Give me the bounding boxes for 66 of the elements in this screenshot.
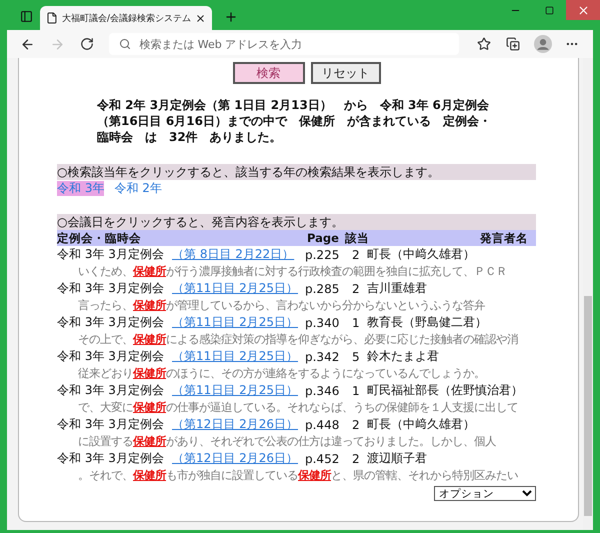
speaker-cell-text: 渡辺順子君 — [367, 450, 428, 467]
excerpt-text: その上で、保健所による感染症対策の指導を仰ぎながら、必要に応じた接触者の確認や消 — [77, 331, 519, 348]
date-link[interactable]: （第11日目 2月25日） — [172, 349, 298, 363]
date-link[interactable]: （第12日目 2月26日） — [172, 417, 298, 431]
excerpt-text: 従来どおり保健所のほうに、その方が連絡をするようになっているんでしょうか。 — [77, 365, 486, 382]
excerpt-text: 。それで、保健所も市が独自に設置している保健所と、県の管轄、それから特別区みたい — [77, 467, 519, 484]
page-icon — [46, 12, 58, 24]
date-link[interactable]: （第11日目 2月25日） — [172, 315, 298, 329]
hits-cell-text: 2 — [352, 418, 361, 432]
refresh-icon[interactable] — [80, 37, 94, 51]
search-button[interactable]: 検索 — [232, 62, 304, 84]
instruction-text: ○検索該当年をクリックすると、該当する年の検索結果を表示します。 — [57, 164, 536, 180]
maximize-icon[interactable] — [544, 6, 554, 14]
hits-cell-text: 1 — [352, 316, 361, 330]
search-icon — [119, 38, 132, 50]
hits-cell-text: 2 — [352, 282, 361, 296]
speaker-cell-text: 吉川重雄君 — [367, 280, 428, 297]
hits-cell-text: 1 — [352, 384, 361, 398]
instruction-text: ○会議日をクリックすると、発言内容を表示します。 — [57, 214, 536, 230]
page-cell-text: p.340 — [305, 316, 340, 330]
date-link[interactable]: （第 8日目 2月22日） — [172, 247, 294, 261]
address-field[interactable]: 検索または Web アドレスを入力 — [109, 33, 460, 55]
back-icon[interactable] — [20, 36, 36, 52]
session-cell-text: 令和 3年 3月定例会 — [57, 314, 165, 331]
excerpt-text: で、大変に保健所の仕事が逼迫している。それならば、うちの保健師を１人支援に出して — [77, 399, 519, 416]
favorites-icon[interactable] — [476, 37, 491, 51]
tabs-icon[interactable] — [20, 10, 33, 23]
page-cell-text: p.448 — [305, 418, 340, 432]
browser-tab[interactable]: 大福町議会/会議録検索システム — [40, 6, 212, 30]
hits-cell-text: 5 — [352, 350, 361, 364]
profile-icon[interactable] — [534, 35, 552, 53]
excerpt-text: に設置する保健所があり、それぞれで公表の仕方は違っておりました。しかし、個人 — [77, 433, 497, 450]
close-button[interactable] — [566, 0, 600, 20]
new-tab-icon[interactable] — [224, 10, 238, 24]
result-summary: 令和 2年 3月定例会（第 1日目 2月13日） から 令和 3年 6月定例会（第16日目 6月16日）までの中で 保健所 が含まれている 定例会・臨時会 は 32件 ありました。 — [97, 97, 492, 145]
speaker-cell-text: 教育長（野島健二君） — [367, 314, 488, 331]
page-cell-text: p.342 — [305, 350, 340, 364]
session-cell-text: 令和 3年 3月定例会 — [57, 246, 165, 263]
column-header: 定例会・臨時会 Page 該当 発言者名 — [57, 230, 536, 246]
date-link[interactable]: （第11日目 2月25日） — [172, 383, 298, 397]
speaker-cell-text: 町長（中﨑久雄君） — [367, 246, 476, 263]
collections-icon[interactable] — [506, 37, 520, 51]
page-cell-text: p.225 — [305, 248, 340, 262]
date-link[interactable]: （第11日目 2月25日） — [172, 281, 298, 295]
page-cell-text: p.346 — [305, 384, 340, 398]
page-cell-text: p.285 — [305, 282, 340, 296]
session-cell-text: 令和 3年 3月定例会 — [57, 416, 165, 433]
year-link[interactable]: 令和 3年 — [57, 180, 104, 196]
hits-cell-text: 2 — [352, 452, 361, 466]
page-cell-text: p.452 — [305, 452, 340, 466]
session-cell-text: 令和 3年 3月定例会 — [57, 280, 165, 297]
options-dropdown[interactable]: オプション — [434, 486, 536, 501]
session-cell-text: 令和 3年 3月定例会 — [57, 348, 165, 365]
date-link[interactable]: （第12日目 2月26日） — [172, 451, 298, 465]
excerpt-text: 言ったら、保健所が管理しているから、言わないから分からないというふうな答弁 — [77, 297, 486, 314]
excerpt-text: いくため、保健所が行う濃厚接触者に対する行政検査の範囲を独自に拡充して、ＰＣＲ — [77, 263, 508, 280]
session-cell-text: 令和 3年 3月定例会 — [57, 450, 165, 467]
hits-cell-text: 2 — [352, 248, 361, 262]
speaker-cell-text: 鈴木たまよ君 — [367, 348, 440, 365]
reset-button[interactable]: リセット — [310, 62, 380, 84]
close-tab-icon[interactable] — [195, 12, 206, 24]
close-icon — [576, 4, 590, 16]
year-link[interactable]: 令和 2年 — [114, 180, 162, 196]
speaker-cell-text: 町長（中﨑久雄君） — [367, 416, 476, 433]
speaker-cell-text: 町民福祉部長（佐野慎治君） — [367, 382, 524, 399]
session-cell-text: 令和 3年 3月定例会 — [57, 382, 165, 399]
